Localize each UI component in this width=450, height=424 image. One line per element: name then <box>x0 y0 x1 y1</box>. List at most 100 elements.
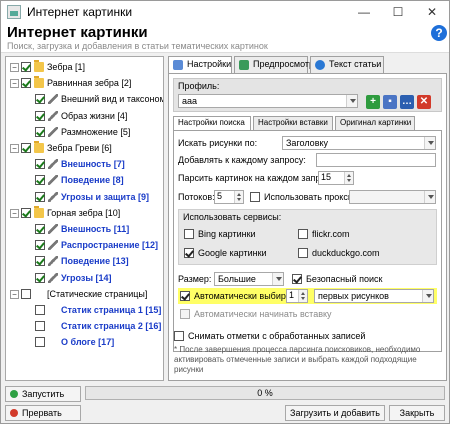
stepper-icon[interactable] <box>344 172 353 184</box>
stepper-icon[interactable] <box>298 290 307 302</box>
tree-item[interactable]: − [Статические страницы] <box>10 288 163 300</box>
profile-select[interactable]: aaa <box>178 94 358 108</box>
tab-preview[interactable]: Предпросмотр <box>234 56 314 73</box>
tree-item[interactable]: Внешний вид и таксономия [3] <box>24 94 163 105</box>
play-icon <box>10 390 18 398</box>
tree-item-label: Распространение [12] <box>61 240 159 251</box>
tab-settings[interactable]: Настройки <box>168 56 232 74</box>
service-flickr-checkbox[interactable] <box>298 229 308 239</box>
pen-icon <box>48 126 58 137</box>
tree-item-checkbox[interactable] <box>35 175 45 186</box>
tree-item-checkbox[interactable] <box>35 337 45 348</box>
tree-item-checkbox[interactable] <box>21 288 31 299</box>
tree-item[interactable]: − Зебра [1] <box>10 60 163 73</box>
tree-item[interactable]: Статик страница 1 [15] <box>24 305 163 316</box>
auto-insert-label: Автоматически начинать вставку <box>194 309 332 319</box>
stop-button[interactable]: Прервать <box>5 405 81 421</box>
folder-icon <box>34 60 44 72</box>
expand-icon[interactable]: − <box>10 208 19 218</box>
auto-select-checkbox[interactable] <box>180 291 190 301</box>
pen-icon <box>48 272 58 283</box>
article-tree[interactable]: − Зебра [1] − Равнинная зебра [2] Внешний ви… <box>5 56 164 381</box>
tree-item[interactable]: Угрозы [14] <box>24 272 163 284</box>
expand-icon[interactable]: − <box>10 63 19 72</box>
auto-select-mode-select[interactable]: первых рисунков <box>314 289 434 303</box>
tree-item-checkbox[interactable] <box>35 321 45 332</box>
help-icon[interactable]: ? <box>431 25 447 41</box>
threads-input[interactable]: 5 <box>214 190 244 204</box>
tree-item-checkbox[interactable] <box>35 94 45 105</box>
minimize-icon[interactable]: — <box>347 1 381 23</box>
size-select[interactable]: Большие <box>214 272 284 286</box>
expand-icon[interactable]: − <box>10 144 19 153</box>
tree-item-checkbox[interactable] <box>21 78 31 89</box>
parse-count-input[interactable]: 15 <box>318 171 354 185</box>
service-google-checkbox[interactable] <box>184 248 194 258</box>
tree-item[interactable]: Размножение [5] <box>24 126 163 138</box>
tree-item-checkbox[interactable] <box>35 272 45 283</box>
tab-insert-settings[interactable]: Настройки вставки <box>253 116 333 130</box>
tree-item-checkbox[interactable] <box>21 143 31 153</box>
safe-search-checkbox[interactable] <box>292 274 302 284</box>
stepper-icon[interactable] <box>234 191 243 203</box>
append-label: Добавлять к каждому запросу: <box>178 155 306 165</box>
start-button[interactable]: Запустить <box>5 386 81 402</box>
append-input[interactable] <box>316 153 436 167</box>
close-button[interactable]: Закрыть <box>389 405 445 421</box>
service-bing-checkbox[interactable] <box>184 229 194 239</box>
tree-item-checkbox[interactable] <box>35 224 45 234</box>
tree-item[interactable]: − Равнинная зебра [2] <box>10 76 163 89</box>
tab-article-text[interactable]: Текст статьи <box>310 56 384 73</box>
tab-original-image[interactable]: Оригинал картинки <box>335 116 415 130</box>
header: Интернет картинки Поиск, загрузка и доба… <box>1 23 449 53</box>
tree-item[interactable]: Образ жизни [4] <box>24 110 163 122</box>
add-profile-icon[interactable]: + <box>366 95 380 109</box>
tree-item-label: Размножение [5] <box>61 126 131 137</box>
tab-search-settings[interactable]: Настройки поиска <box>173 116 251 131</box>
service-duckduckgo-label: duckduckgo.com <box>312 248 380 258</box>
chevron-down-icon <box>424 191 435 203</box>
tree-item-checkbox[interactable] <box>35 256 45 267</box>
expand-icon[interactable]: − <box>10 289 19 299</box>
tree-item-label: Поведение [13] <box>61 256 129 267</box>
tab-label: Настройки <box>187 59 232 69</box>
service-duckduckgo-checkbox[interactable] <box>298 248 308 258</box>
tree-item-checkbox[interactable] <box>35 126 45 137</box>
settings-icon[interactable]: … <box>400 95 414 109</box>
tree-item-checkbox[interactable] <box>35 110 45 121</box>
tree-item[interactable]: − Зебра Греви [6] <box>10 141 163 154</box>
profile-box: Профиль: aaa + ▪ … ✕ <box>173 78 442 112</box>
tree-item-checkbox[interactable] <box>21 62 31 72</box>
settings-panel: Профиль: aaa + ▪ … ✕ Настройки поиска На… <box>168 73 447 381</box>
tree-item-checkbox[interactable] <box>35 240 45 251</box>
use-proxy-checkbox[interactable] <box>250 192 260 202</box>
search-by-select[interactable]: Заголовку <box>282 136 436 150</box>
tree-item[interactable]: Статик страница 2 [16] <box>24 321 163 332</box>
tree-item-checkbox[interactable] <box>35 159 45 170</box>
auto-select-count-input[interactable]: 1 <box>286 289 308 303</box>
maximize-icon[interactable]: ☐ <box>381 1 415 23</box>
parse-count-label: Парсить картинок на каждом запросе: <box>178 173 338 183</box>
tree-item-label: Поведение [8] <box>61 175 124 186</box>
tree-item[interactable]: Внешность [7] <box>24 159 163 170</box>
close-icon[interactable]: ✕ <box>415 1 449 23</box>
tree-item[interactable]: Угрозы и защита [9] <box>24 191 163 203</box>
tree-item-checkbox[interactable] <box>35 191 45 202</box>
tree-item[interactable]: Поведение [8] <box>24 175 163 186</box>
auto-insert-checkbox[interactable] <box>180 309 190 319</box>
subtab-label: Настройки поиска <box>178 118 245 127</box>
tree-item-checkbox[interactable] <box>35 305 45 315</box>
tree-item[interactable]: Поведение [13] <box>24 256 163 267</box>
tree-item[interactable]: − Горная зебра [10] <box>10 205 163 219</box>
tree-item[interactable]: Внешность [11] <box>24 224 163 235</box>
proxy-select[interactable] <box>349 190 436 204</box>
tree-item-label: Угрозы и защита [9] <box>61 191 149 202</box>
delete-icon[interactable]: ✕ <box>417 95 431 109</box>
tree-item-checkbox[interactable] <box>21 207 31 218</box>
save-icon[interactable]: ▪ <box>383 95 397 109</box>
expand-icon[interactable]: − <box>10 79 19 89</box>
uncheck-processed-checkbox[interactable] <box>174 331 184 341</box>
load-and-add-button[interactable]: Загрузить и добавить <box>285 405 385 421</box>
tree-item[interactable]: О блоге [17] <box>24 337 163 348</box>
tree-item[interactable]: Распространение [12] <box>24 240 163 251</box>
